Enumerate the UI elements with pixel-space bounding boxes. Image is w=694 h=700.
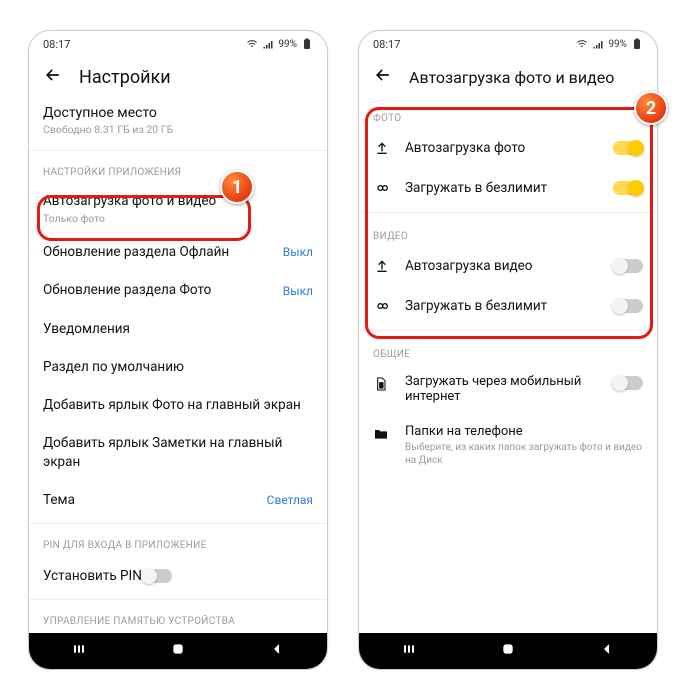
- row-auto-photo[interactable]: Автозагрузка фото: [359, 128, 657, 168]
- auto-photo-switch[interactable]: [613, 141, 643, 155]
- theme-value: Светлая: [267, 493, 313, 507]
- infinity-icon: [373, 298, 391, 314]
- arrow-left-icon: [373, 65, 393, 85]
- theme-label: Тема: [43, 491, 75, 509]
- section-memory: УПРАВЛЕНИЕ ПАМЯТЬЮ УСТРОЙСТВА: [29, 604, 327, 633]
- signal-icon: [262, 38, 274, 50]
- default-section-label: Раздел по умолчанию: [43, 358, 184, 376]
- offline-update-value: Выкл: [283, 245, 313, 259]
- row-shortcut-photo[interactable]: Добавить ярлык Фото на главный экран: [29, 386, 327, 424]
- phone-left: 08:17 99% Настройки Доступное место Своб…: [28, 30, 328, 670]
- battery-pct: 99%: [608, 39, 627, 50]
- row-unlimited-photo[interactable]: Загружать в безлимит: [359, 168, 657, 208]
- app-bar: Автозагрузка фото и видео: [359, 57, 657, 99]
- autoload-sub: Только фото: [43, 212, 105, 225]
- autoload-settings: ФОТО Автозагрузка фото Загружать в безли…: [359, 99, 657, 633]
- shortcut-photo-label: Добавить ярлык Фото на главный экран: [43, 396, 301, 414]
- divider: [29, 599, 327, 600]
- set-pin-label: Установить PIN: [43, 567, 142, 585]
- wifi-icon: [576, 38, 588, 50]
- page-title: Настройки: [79, 67, 171, 88]
- nav-home[interactable]: [170, 641, 186, 661]
- mobile-upload-switch[interactable]: [613, 376, 643, 390]
- page-title: Автозагрузка фото и видео: [409, 68, 614, 87]
- battery-pct: 99%: [278, 39, 297, 50]
- android-navbar: [29, 633, 327, 669]
- back-button[interactable]: [373, 65, 393, 89]
- auto-photo-label: Автозагрузка фото: [405, 140, 599, 156]
- notifications-label: Уведомления: [43, 320, 130, 338]
- photo-update-value: Выкл: [283, 284, 313, 298]
- status-bar: 08:17 99%: [359, 31, 657, 57]
- section-general: ОБЩИЕ: [359, 335, 657, 364]
- badge-2-text: 2: [646, 98, 656, 119]
- arrow-left-icon: [43, 65, 63, 85]
- status-bar: 08:17 99%: [29, 31, 327, 57]
- unlimited-video-switch[interactable]: [613, 299, 643, 313]
- folders-title: Папки на телефоне: [405, 424, 643, 439]
- section-video: ВИДЕО: [359, 217, 657, 246]
- unlimited-photo-label: Загружать в безлимит: [405, 180, 599, 196]
- auto-video-label: Автозагрузка видео: [405, 258, 599, 274]
- row-shortcut-notes[interactable]: Добавить ярлык Заметки на главный экран: [29, 424, 327, 480]
- callout-badge-2: 2: [634, 91, 668, 125]
- nav-home[interactable]: [500, 641, 516, 661]
- section-pin: PIN ДЛЯ ВХОДА В ПРИЛОЖЕНИЕ: [29, 528, 327, 557]
- nav-recents[interactable]: [401, 641, 417, 661]
- storage-row[interactable]: Доступное место Свободно 8.31 ГБ из 20 Г…: [29, 99, 327, 146]
- upload-icon: [373, 140, 391, 156]
- section-photo: ФОТО: [359, 99, 657, 128]
- pin-switch[interactable]: [142, 569, 172, 583]
- autoload-title: Автозагрузка фото и видео: [43, 192, 216, 210]
- divider: [359, 330, 657, 331]
- row-folders[interactable]: Папки на телефоне Выберите, из каких пап…: [359, 414, 657, 477]
- phone-right: 08:17 99% Автозагрузка фото и видео ФОТО…: [358, 30, 658, 670]
- status-icons: 99%: [246, 38, 313, 50]
- shortcut-notes-label: Добавить ярлык Заметки на главный экран: [43, 434, 313, 470]
- row-autoload-photo-video[interactable]: Автозагрузка фото и видео Только фото: [29, 184, 327, 233]
- back-button[interactable]: [43, 65, 63, 89]
- signal-icon: [592, 38, 604, 50]
- row-unlimited-video[interactable]: Загружать в безлимит: [359, 286, 657, 326]
- nav-back[interactable]: [599, 641, 615, 661]
- status-icons: 99%: [576, 38, 643, 50]
- auto-video-switch[interactable]: [613, 259, 643, 273]
- row-notifications[interactable]: Уведомления: [29, 310, 327, 348]
- offline-update-label: Обновление раздела Офлайн: [43, 243, 229, 261]
- folder-icon: [373, 424, 391, 446]
- divider: [29, 523, 327, 524]
- wifi-icon: [246, 38, 258, 50]
- sim-icon: [373, 374, 391, 396]
- upload-icon: [373, 258, 391, 274]
- battery-icon: [631, 38, 643, 50]
- row-mobile-upload[interactable]: Загружать через мобильный интернет: [359, 364, 657, 414]
- unlimited-photo-switch[interactable]: [613, 181, 643, 195]
- photo-update-label: Обновление раздела Фото: [43, 281, 211, 299]
- storage-sub: Свободно 8.31 ГБ из 20 ГБ: [43, 123, 313, 136]
- infinity-icon: [373, 180, 391, 196]
- unlimited-video-label: Загружать в безлимит: [405, 298, 599, 314]
- nav-back[interactable]: [269, 641, 285, 661]
- app-bar: Настройки: [29, 57, 327, 99]
- divider: [359, 212, 657, 213]
- row-offline-update[interactable]: Обновление раздела Офлайн Выкл: [29, 233, 327, 271]
- android-navbar: [359, 633, 657, 669]
- status-time: 08:17: [43, 38, 246, 51]
- divider: [29, 150, 327, 151]
- callout-badge-1: 1: [220, 170, 254, 204]
- section-app-settings: НАСТРОЙКИ ПРИЛОЖЕНИЯ: [29, 155, 327, 184]
- row-theme[interactable]: Тема Светлая: [29, 481, 327, 519]
- nav-recents[interactable]: [71, 641, 87, 661]
- row-auto-video[interactable]: Автозагрузка видео: [359, 246, 657, 286]
- storage-title: Доступное место: [43, 105, 313, 121]
- folders-sub: Выберите, из каких папок загружать фото …: [405, 441, 643, 467]
- row-set-pin[interactable]: Установить PIN: [29, 557, 327, 595]
- battery-icon: [301, 38, 313, 50]
- settings-list: Доступное место Свободно 8.31 ГБ из 20 Г…: [29, 99, 327, 633]
- badge-1-text: 1: [232, 177, 242, 198]
- row-photo-update[interactable]: Обновление раздела Фото Выкл: [29, 271, 327, 309]
- status-time: 08:17: [373, 38, 576, 51]
- mobile-upload-label: Загружать через мобильный интернет: [405, 374, 599, 404]
- row-default-section[interactable]: Раздел по умолчанию: [29, 348, 327, 386]
